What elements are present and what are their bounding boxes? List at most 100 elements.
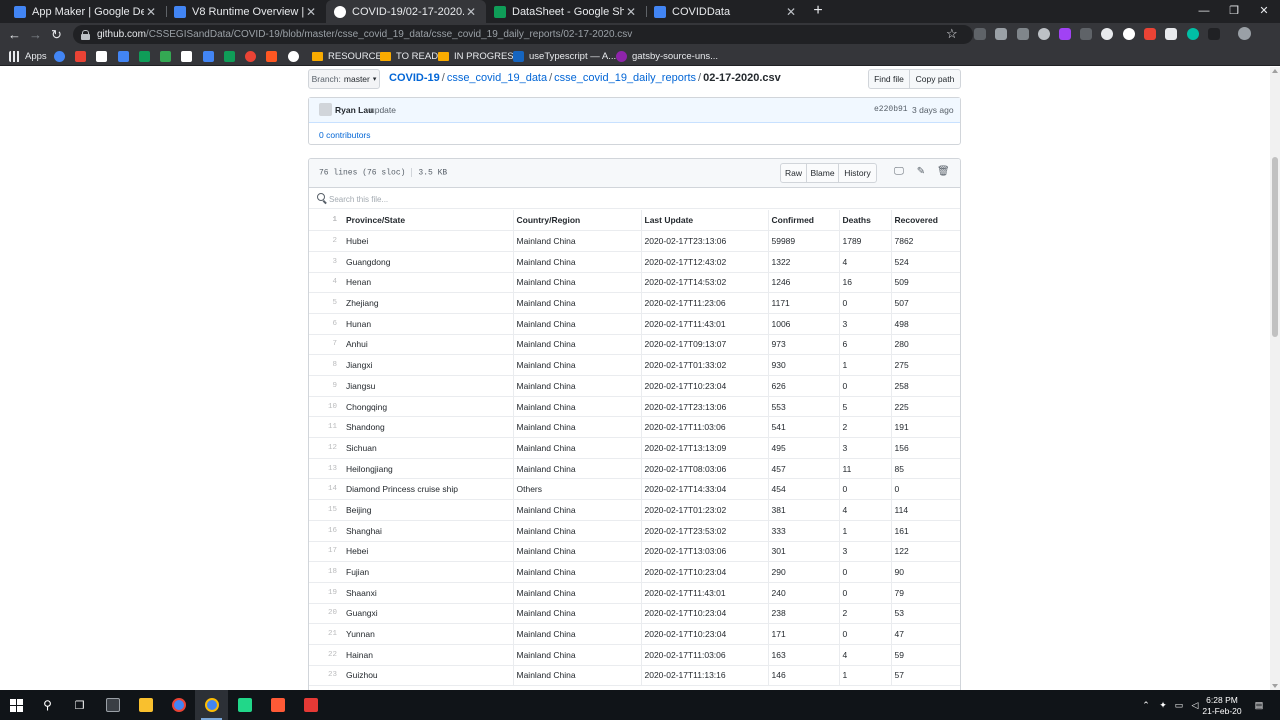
taskbar-app-active[interactable] [195,690,228,720]
find-file-button[interactable]: Find file [868,69,910,89]
line-number[interactable]: 23 [309,665,343,687]
bookmark-star-icon[interactable]: ☆ [946,26,958,42]
browser-tab[interactable]: DataSheet - Google Sheets ✕ [486,0,646,23]
taskbar-app[interactable] [261,690,294,720]
tray-app-icon[interactable]: ✦ [1155,690,1171,720]
close-tab-icon[interactable]: ✕ [144,5,158,19]
bookmark-item[interactable] [266,49,282,63]
extension-icon[interactable] [1059,28,1071,40]
browser-tab[interactable]: COVIDData ✕ [646,0,806,23]
scroll-down-icon[interactable] [1272,684,1278,688]
commit-message[interactable]: update [370,105,396,115]
close-window-icon[interactable]: ✕ [1248,0,1280,23]
line-number[interactable]: 1 [309,210,343,232]
minimize-icon[interactable]: — [1188,0,1220,23]
close-tab-icon[interactable]: ✕ [304,5,318,19]
line-number[interactable]: 5 [309,292,343,314]
extension-icon[interactable] [974,28,986,40]
line-number[interactable]: 22 [309,644,343,666]
line-number[interactable]: 21 [309,623,343,645]
bookmark-folder[interactable]: IN PROGRESS [438,49,520,63]
bookmark-item[interactable] [54,49,70,63]
line-number[interactable]: 14 [309,478,343,501]
profile-avatar-icon[interactable] [1238,27,1251,40]
bookmark-item[interactable] [224,49,240,63]
line-number[interactable]: 10 [309,396,343,418]
bookmark-item[interactable] [75,49,91,63]
gear-extension-icon[interactable] [1165,28,1177,40]
commit-sha[interactable]: e220b91 [874,105,908,114]
raw-button[interactable]: Raw [780,163,807,183]
task-view-button[interactable]: ❐ [63,690,96,720]
extension-icon[interactable] [1101,28,1113,40]
pencil-icon[interactable]: ✎ [915,166,927,178]
bookmark-item[interactable] [288,49,304,63]
bookmark-item[interactable] [118,49,134,63]
camera-extension-icon[interactable] [995,28,1007,40]
line-number[interactable]: 2 [309,230,343,252]
bookmark-folder[interactable]: RESOURCES [312,49,388,63]
extension-icon[interactable] [1080,28,1092,40]
blame-button[interactable]: Blame [806,163,839,183]
line-number[interactable]: 3 [309,251,343,273]
bookmark-item[interactable] [160,49,176,63]
show-hidden-icons-icon[interactable]: ⌃ [1138,690,1154,720]
line-number[interactable]: 4 [309,272,343,294]
line-number[interactable]: 9 [309,375,343,397]
bookmark-folder[interactable]: TO READ [380,49,438,63]
extension-icon[interactable] [1187,28,1199,40]
line-number[interactable]: 16 [309,520,343,542]
taskbar-app[interactable] [96,690,129,720]
browser-tab-active[interactable]: COVID-19/02-17-2020.csv at ma ✕ [326,0,486,23]
bookmark-item[interactable]: gatsby-source-uns... [616,49,718,63]
network-icon[interactable]: ▭ [1171,690,1187,720]
line-number[interactable]: 11 [309,416,343,439]
address-bar[interactable]: github.com/CSSEGISandData/COVID-19/blob/… [73,25,973,44]
bookmark-apps[interactable]: Apps [9,49,47,63]
new-tab-icon[interactable]: + [809,2,827,20]
taskbar-app[interactable] [228,690,261,720]
line-number[interactable]: 19 [309,582,343,604]
bookmark-item[interactable] [181,49,197,63]
contributors-link[interactable]: 0 contributors [319,130,371,140]
extension-icon[interactable] [1038,28,1050,40]
close-tab-icon[interactable]: ✕ [464,5,478,19]
breadcrumb-folder-link[interactable]: csse_covid_19_daily_reports [554,72,696,84]
bookmark-item[interactable] [96,49,112,63]
line-number[interactable]: 12 [309,437,343,459]
line-number[interactable]: 6 [309,313,343,335]
line-number[interactable]: 17 [309,541,343,563]
line-number[interactable]: 13 [309,458,343,480]
bookmark-item[interactable] [139,49,155,63]
branch-select-button[interactable]: Branch: master ▾ [308,69,380,89]
search-taskbar-button[interactable]: ⚲ [31,690,64,720]
extension-icon[interactable] [1208,28,1220,40]
page-scrollbar[interactable] [1270,67,1280,690]
line-number[interactable]: 15 [309,499,343,521]
line-number[interactable]: 20 [309,603,343,625]
restore-icon[interactable]: ❐ [1218,0,1250,23]
taskbar-app[interactable] [294,690,327,720]
forward-icon[interactable]: → [27,26,44,43]
browser-tab[interactable]: V8 Runtime Overview | Apps Sc ✕ [166,0,326,23]
close-tab-icon[interactable]: ✕ [624,5,638,19]
avatar[interactable] [319,103,332,116]
bookmark-item[interactable] [245,49,261,63]
bookmark-item[interactable]: useTypescript — A... [513,49,616,63]
breadcrumb-repo-link[interactable]: COVID-19 [389,72,440,84]
desktop-icon[interactable]: 🖵 [893,166,905,178]
start-button[interactable] [0,690,33,720]
history-button[interactable]: History [838,163,877,183]
bookmark-item[interactable] [203,49,219,63]
line-number[interactable]: 18 [309,561,343,583]
copy-path-button[interactable]: Copy path [909,69,961,89]
breadcrumb-folder-link[interactable]: csse_covid_19_data [447,72,547,84]
notifications-icon[interactable]: ▤ [1250,690,1268,720]
line-number[interactable]: 7 [309,334,343,356]
scrollbar-thumb[interactable] [1272,157,1278,337]
search-input[interactable] [329,192,949,206]
extension-icon[interactable] [1123,28,1135,40]
trash-icon[interactable]: 🗑 [937,166,950,178]
close-tab-icon[interactable]: ✕ [784,5,798,19]
browser-tab[interactable]: App Maker | Google Developers ✕ [6,0,166,23]
